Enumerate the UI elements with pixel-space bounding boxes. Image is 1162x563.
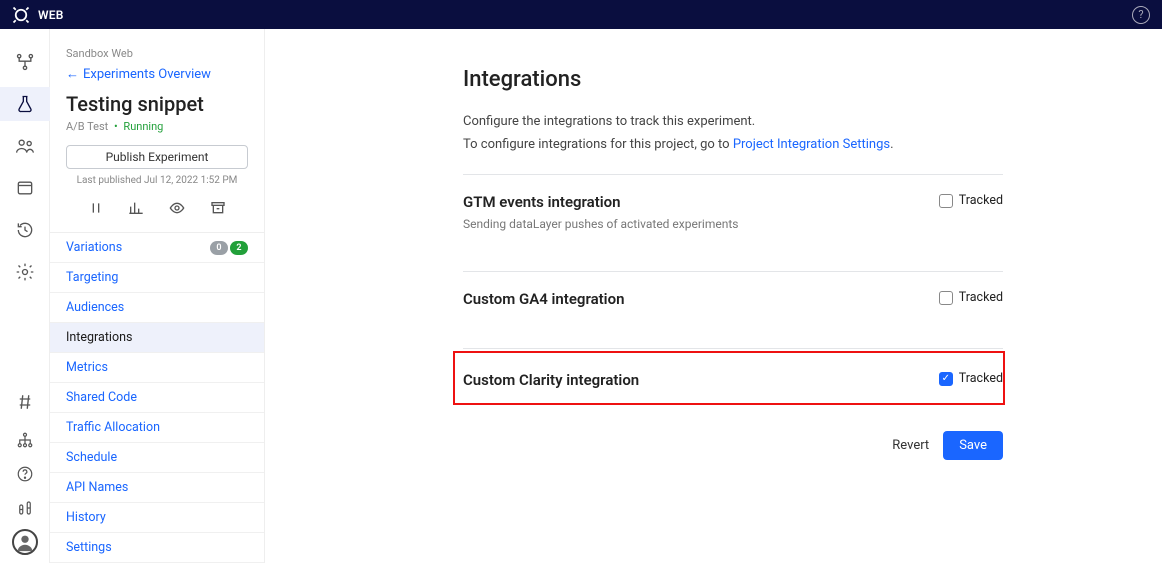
back-link[interactable]: ← Experiments Overview (66, 66, 248, 82)
checkbox-icon[interactable] (939, 291, 953, 305)
rail-experiments-icon[interactable] (0, 87, 50, 121)
divider (463, 348, 1003, 349)
icon-rail (0, 29, 50, 563)
rail-lab-icon[interactable] (0, 495, 50, 521)
page-desc-2: To configure integrations for this proje… (463, 137, 1023, 152)
tracked-toggle[interactable]: ✓ Tracked (939, 371, 1003, 386)
rail-settings-icon[interactable] (0, 255, 50, 289)
tracked-label: Tracked (959, 290, 1003, 305)
integration-block: Custom Clarity integration ✓ Tracked (453, 351, 1005, 405)
avatar-icon[interactable] (12, 529, 38, 555)
save-button[interactable]: Save (943, 431, 1003, 460)
integration-row: GTM events integration Sending dataLayer … (463, 175, 1003, 231)
page-desc-2-pre: To configure integrations for this proje… (463, 137, 733, 152)
arrow-left-icon: ← (66, 66, 79, 82)
nav-item-label: API Names (66, 480, 128, 495)
checkbox-icon[interactable] (939, 194, 953, 208)
main-content: Integrations Configure the integrations … (265, 29, 1162, 563)
rail-history-icon[interactable] (0, 213, 50, 247)
nav-item-label: Shared Code (66, 390, 137, 405)
nav-item-metrics[interactable]: Metrics (50, 353, 264, 383)
nav-item-shared-code[interactable]: Shared Code (50, 383, 264, 413)
side-panel: Sandbox Web ← Experiments Overview Testi… (50, 29, 265, 563)
last-published: Last published Jul 12, 2022 1:52 PM (50, 175, 264, 186)
top-bar: WEB ? (0, 0, 1162, 29)
nav-item-settings[interactable]: Settings (50, 533, 264, 563)
nav-item-label: Variations (66, 240, 122, 255)
product-name: WEB (38, 8, 64, 22)
archive-icon[interactable] (210, 200, 226, 216)
rail-help2-icon[interactable] (0, 461, 50, 487)
integration-row: Custom GA4 integration Tracked (463, 272, 1003, 308)
experiment-status: Running (123, 120, 163, 133)
nav-item-label: Traffic Allocation (66, 420, 160, 435)
back-link-label: Experiments Overview (83, 67, 211, 82)
integration-title: GTM events integration (463, 193, 738, 211)
preview-icon[interactable] (168, 200, 186, 216)
tracked-toggle[interactable]: Tracked (939, 290, 1003, 305)
nav-item-targeting[interactable]: Targeting (50, 263, 264, 293)
nav-item-label: Audiences (66, 300, 124, 315)
rail-tree-icon[interactable] (0, 427, 50, 453)
rail-pages-icon[interactable] (0, 171, 50, 205)
project-name: Sandbox Web (66, 47, 248, 60)
side-nav: Variations 02 Targeting Audiences Integratio… (50, 232, 264, 563)
nav-item-schedule[interactable]: Schedule (50, 443, 264, 473)
publish-button[interactable]: Publish Experiment (66, 145, 248, 169)
tracked-label: Tracked (959, 193, 1003, 208)
nav-item-label: History (66, 510, 106, 525)
tracked-label: Tracked (959, 371, 1003, 386)
page-title: Integrations (463, 67, 1023, 92)
nav-item-audiences[interactable]: Audiences (50, 293, 264, 323)
badge-gray: 0 (210, 241, 228, 255)
nav-item-label: Metrics (66, 360, 108, 375)
nav-item-traffic-allocation[interactable]: Traffic Allocation (50, 413, 264, 443)
revert-button[interactable]: Revert (892, 438, 929, 453)
period: . (890, 137, 893, 152)
results-icon[interactable] (128, 200, 144, 216)
tracked-toggle[interactable]: Tracked (939, 193, 1003, 208)
project-integration-settings-link[interactable]: Project Integration Settings (733, 137, 890, 152)
pause-icon[interactable] (88, 200, 104, 216)
nav-item-label: Settings (66, 540, 112, 555)
help-icon[interactable]: ? (1132, 6, 1150, 24)
page-desc-1: Configure the integrations to track this… (463, 114, 1023, 129)
integration-title: Custom Clarity integration (463, 371, 639, 389)
nav-item-variations[interactable]: Variations 02 (50, 233, 264, 263)
quick-actions (50, 190, 264, 226)
nav-item-history[interactable]: History (50, 503, 264, 533)
rail-flows-icon[interactable] (0, 45, 50, 79)
nav-item-label: Integrations (66, 330, 132, 345)
integration-title: Custom GA4 integration (463, 290, 624, 308)
experiment-type: A/B Test (66, 120, 108, 133)
rail-hash-icon[interactable] (0, 385, 50, 419)
integration-desc: Sending dataLayer pushes of activated ex… (463, 217, 738, 231)
nav-item-api-names[interactable]: API Names (50, 473, 264, 503)
badge-green: 2 (230, 241, 248, 255)
experiment-title: Testing snippet (66, 92, 248, 116)
nav-item-label: Targeting (66, 270, 118, 285)
integration-block: Custom GA4 integration Tracked (463, 272, 1023, 326)
integration-row: Custom Clarity integration ✓ Tracked (463, 353, 1003, 389)
checkbox-icon[interactable]: ✓ (939, 372, 953, 386)
logo-icon (12, 6, 30, 24)
integration-block: GTM events integration Sending dataLayer … (463, 175, 1023, 249)
nav-item-integrations[interactable]: Integrations (50, 323, 264, 353)
experiment-meta: A/B Test • Running (66, 120, 248, 133)
nav-item-label: Schedule (66, 450, 117, 465)
rail-audiences-icon[interactable] (0, 129, 50, 163)
